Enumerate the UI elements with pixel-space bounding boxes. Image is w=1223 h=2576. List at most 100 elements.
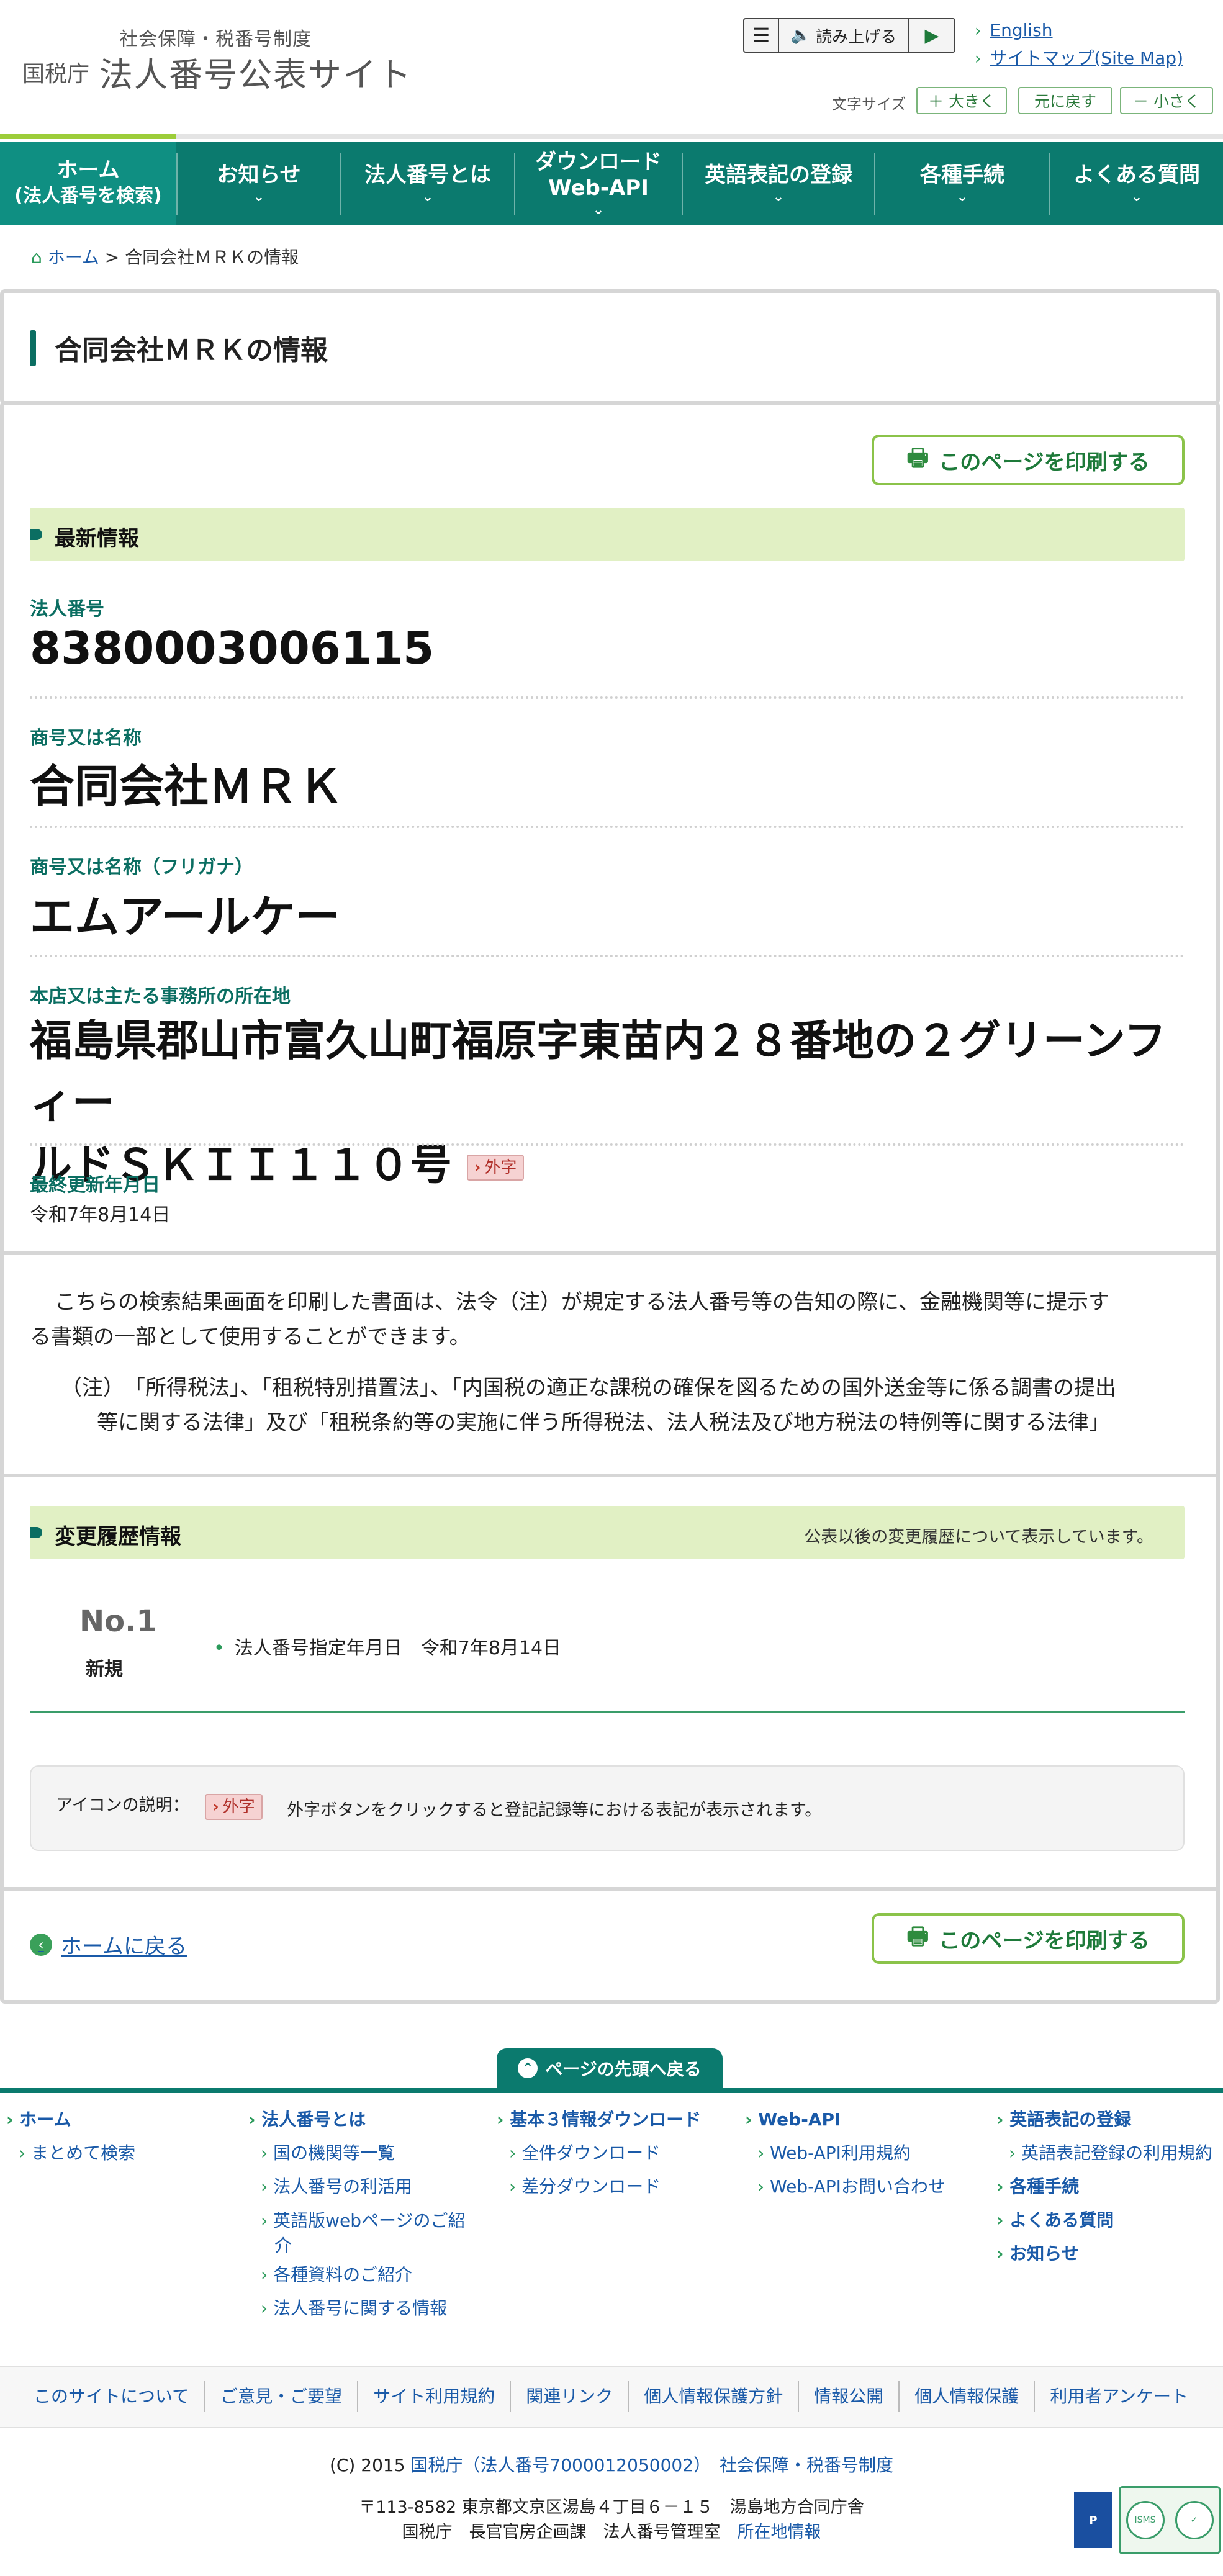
- isms-certification-logo: ISMS ✓: [1119, 2486, 1221, 2554]
- latest-info-heading: 最新情報: [55, 526, 139, 551]
- footer-link[interactable]: 英語版webページのご紹: [261, 2209, 465, 2233]
- printer-icon: 🖶: [906, 443, 929, 471]
- nav-procedures[interactable]: 各種手続 ⌄: [875, 142, 1049, 225]
- name-value: 合同会社ＭＲＫ: [30, 760, 343, 813]
- print-button-bottom[interactable]: 🖶 このページを印刷する: [872, 1913, 1185, 1964]
- chevron-down-icon: ⌄: [1130, 189, 1143, 205]
- footer-links: このサイトについて ご意見・ご要望 サイト利用規約 関連リンク 個人情報保護方針…: [19, 2381, 1203, 2412]
- corp-no-value: 8380003006115: [30, 622, 435, 674]
- footer-link[interactable]: 各種手続: [996, 2170, 1212, 2204]
- history-number: No.1: [79, 1604, 157, 1639]
- play-icon[interactable]: ▶: [909, 19, 954, 52]
- address-label: 本店又は主たる事務所の所在地: [30, 986, 291, 1007]
- footer-link[interactable]: 法人番号とは: [248, 2103, 465, 2137]
- footer-bottom-link[interactable]: ご意見・ご要望: [205, 2381, 359, 2412]
- footer-link[interactable]: よくある質問: [996, 2204, 1212, 2237]
- footer-bottom-link[interactable]: 個人情報保護: [900, 2381, 1036, 2412]
- footer-bottom-link[interactable]: サイト利用規約: [358, 2381, 512, 2412]
- gaiji-button[interactable]: 外字: [466, 1155, 525, 1181]
- footer-link[interactable]: ホーム: [6, 2103, 135, 2137]
- font-larger-button[interactable]: ＋ 大きく: [916, 87, 1007, 114]
- nav-news[interactable]: お知らせ ⌄: [178, 142, 340, 225]
- footer-col-webapi: Web-API Web-API利用規約 Web-APIお問い合わせ: [745, 2103, 945, 2204]
- footer-link[interactable]: Web-API: [745, 2103, 945, 2137]
- chevron-down-icon: ⌄: [253, 189, 265, 205]
- icon-legend-box: アイコンの説明： 外字 外字ボタンをクリックすると登記記録等における表記が表示さ…: [30, 1765, 1185, 1851]
- english-link[interactable]: English: [975, 20, 1052, 40]
- footer-link[interactable]: 英語表記登録の利用規約: [1009, 2137, 1212, 2170]
- font-size-label: 文字サイズ: [832, 96, 906, 113]
- font-smaller-button[interactable]: － 小さく: [1120, 87, 1213, 114]
- nav-home[interactable]: ホーム (法人番号を検索): [0, 142, 176, 225]
- gaiji-icon-sample: 外字: [205, 1794, 263, 1820]
- chevron-down-icon: ⌄: [592, 202, 605, 218]
- history-type: 新規: [86, 1659, 123, 1680]
- footer-link[interactable]: まとめて検索: [19, 2137, 135, 2170]
- footer-link[interactable]: 全件ダウンロード: [509, 2137, 701, 2170]
- footer-link[interactable]: 差分ダウンロード: [509, 2170, 701, 2204]
- footer-bottom-link[interactable]: このサイトについて: [19, 2381, 206, 2412]
- nav-english-registration[interactable]: 英語表記の登録 ⌄: [683, 142, 874, 225]
- history-note: 公表以後の変更履歴について表示しています。: [804, 1528, 1153, 1547]
- nav-download[interactable]: ダウンロード Web-API ⌄: [515, 142, 682, 225]
- font-reset-button[interactable]: 元に戻す: [1018, 87, 1112, 114]
- nta-link[interactable]: 国税庁（法人番号7000012050002）: [410, 2455, 702, 2475]
- notice-paragraph: こちらの検索結果画面を印刷した書面は、法令（注）が規定する法人番号等の告知の際に…: [30, 1290, 1109, 1349]
- nav-about[interactable]: 法人番号とは ⌄: [341, 142, 514, 225]
- divider: [30, 1143, 1185, 1146]
- breadcrumb-home-link[interactable]: ホーム: [48, 247, 99, 268]
- history-bar: 変更履歴情報 公表以後の変更履歴について表示しています。: [30, 1506, 1185, 1559]
- section-marker: [30, 1527, 42, 1538]
- footer-link[interactable]: 各種資料のご紹介: [261, 2258, 465, 2292]
- header-divider-accent: [0, 134, 176, 139]
- nav-faq[interactable]: よくある質問 ⌄: [1050, 142, 1223, 225]
- chevron-up-icon: ⌃: [518, 2058, 538, 2078]
- section-marker: [30, 529, 42, 540]
- kana-value: エムアールケー: [30, 891, 340, 943]
- address-value: 福島県郡山市富久山町福原字東苗内２８番地の２グリーンフィー ルドＳＫＩＩ１１０号…: [30, 1011, 1197, 1197]
- icon-legend-text: 外字ボタンをクリックすると登記記録等における表記が表示されます。: [287, 1801, 822, 1820]
- footer-bottom-link[interactable]: 個人情報保護方針: [629, 2381, 800, 2412]
- back-to-top-button[interactable]: ⌃ ページの先頭へ戻る: [497, 2048, 723, 2088]
- back-home-link[interactable]: ‹ ホームに戻る: [30, 1929, 187, 1960]
- site-name-logo[interactable]: 法人番号公表サイト: [99, 47, 412, 96]
- updated-label: 最終更新年月日: [30, 1174, 160, 1196]
- latest-info-bar: 最新情報: [30, 508, 1185, 561]
- privacy-mark-logo: P: [1074, 2492, 1112, 2548]
- printer-icon: 🖶: [906, 1922, 929, 1950]
- divider: [30, 696, 1185, 699]
- footer-bottom-link[interactable]: 情報公開: [799, 2381, 900, 2412]
- icon-legend-label: アイコンの説明：: [56, 1796, 189, 1815]
- footer-link[interactable]: お知らせ: [996, 2237, 1212, 2271]
- footer-link[interactable]: 国の機関等一覧: [261, 2137, 465, 2170]
- title-accent: [30, 330, 36, 366]
- divider: [30, 826, 1185, 828]
- footer-link[interactable]: 法人番号に関する情報: [261, 2292, 465, 2325]
- footer-link[interactable]: 法人番号の利活用: [261, 2170, 465, 2204]
- chevron-down-icon: ⌄: [772, 189, 785, 205]
- print-button-top[interactable]: 🖶 このページを印刷する: [872, 435, 1185, 485]
- footer-link[interactable]: Web-APIお問い合わせ: [757, 2170, 945, 2204]
- footer-bottom-link[interactable]: 関連リンク: [511, 2381, 630, 2412]
- speaker-icon: 🔈: [790, 26, 811, 45]
- copyright: (C) 2015 国税庁（法人番号7000012050002） 社会保障・税番号…: [329, 2455, 894, 2475]
- footer-bottom-link[interactable]: 利用者アンケート: [1035, 2381, 1203, 2412]
- footer-link[interactable]: 介: [274, 2233, 465, 2258]
- history-heading: 変更履歴情報: [55, 1524, 181, 1549]
- read-aloud-button[interactable]: 🔈 読み上げる: [779, 19, 909, 52]
- breadcrumb: ⌂ ホーム > 合同会社ＭＲＫの情報: [31, 247, 299, 268]
- footer-link[interactable]: 基本３情報ダウンロード: [497, 2103, 701, 2137]
- breadcrumb-current: 合同会社ＭＲＫの情報: [125, 247, 299, 268]
- footer-link[interactable]: Web-API利用規約: [757, 2137, 945, 2170]
- section-divider: [0, 1251, 1220, 1255]
- nta-label: 国税庁: [22, 61, 90, 87]
- section-divider: [0, 1474, 1220, 1477]
- footer-col-about: 法人番号とは 国の機関等一覧 法人番号の利活用 英語版webページのご紹 介 各…: [248, 2103, 465, 2325]
- menu-icon[interactable]: ☰: [744, 19, 779, 52]
- location-link[interactable]: 所在地情報: [738, 2523, 821, 2542]
- page-title: 合同会社ＭＲＫの情報: [55, 335, 328, 366]
- sitemap-link[interactable]: サイトマップ(Site Map): [975, 45, 1183, 70]
- mynumber-link[interactable]: 社会保障・税番号制度: [720, 2455, 893, 2475]
- footer-col-english: 英語表記の登録 英語表記登録の利用規約 各種手続 よくある質問 お知らせ: [996, 2103, 1212, 2271]
- footer-link[interactable]: 英語表記の登録: [996, 2103, 1212, 2137]
